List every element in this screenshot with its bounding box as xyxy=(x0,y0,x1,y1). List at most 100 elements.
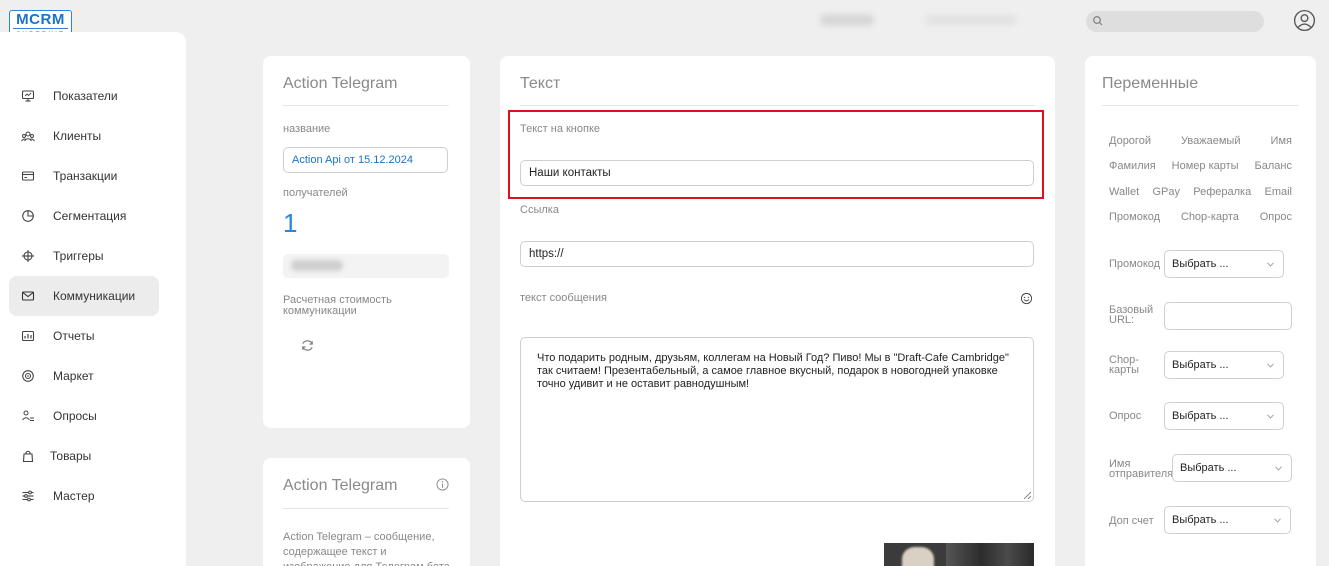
emoji-icon[interactable] xyxy=(1020,292,1033,305)
blurred-select xyxy=(283,254,449,278)
sidebar-item-surveys[interactable]: Опросы xyxy=(9,396,159,436)
sliders-icon xyxy=(22,490,34,502)
chevron-down-icon xyxy=(1267,363,1274,368)
chop-card-label: Chop-карты xyxy=(1109,354,1139,376)
recipients-label: получателей xyxy=(283,187,348,199)
variables-row: Дорогой Уважаемый Имя xyxy=(1109,135,1292,147)
survey-label: Опрос xyxy=(1109,410,1142,422)
refresh-icon[interactable] xyxy=(300,338,315,353)
divider xyxy=(283,105,449,106)
action-settings-card: Action Telegram название Action Api от 1… xyxy=(263,56,470,428)
variable-chip[interactable]: Дорогой xyxy=(1109,135,1151,147)
chevron-down-icon xyxy=(1267,262,1274,267)
name-label: название xyxy=(283,123,331,135)
survey-icon xyxy=(22,410,34,421)
button-text-input[interactable]: Наши контакты xyxy=(520,160,1034,186)
sidebar-item-reports[interactable]: Отчеты xyxy=(9,316,159,356)
extra-account-select[interactable]: Выбрать ... xyxy=(1164,506,1291,534)
user-account-icon[interactable] xyxy=(1293,9,1316,32)
sidebar-item-label: Опросы xyxy=(53,409,97,423)
sidebar-item-products[interactable]: Товары xyxy=(9,436,159,476)
sidebar-item-segmentation[interactable]: Сегментация xyxy=(9,196,159,236)
variables-row: Фамилия Номер карты Баланс xyxy=(1109,160,1292,172)
card-title: Action Telegram xyxy=(283,75,398,92)
sidebar-item-dashboard[interactable]: Показатели xyxy=(9,76,159,116)
survey-select[interactable]: Выбрать ... xyxy=(1164,402,1284,430)
search-icon xyxy=(1093,16,1103,26)
variable-chip[interactable]: Wallet xyxy=(1109,186,1139,198)
variable-chip[interactable]: GPay xyxy=(1152,186,1180,198)
message-textarea[interactable]: Что подарить родным, друзьям, коллегам н… xyxy=(520,337,1034,502)
variable-chip[interactable]: Имя xyxy=(1271,135,1292,147)
message-image-thumbnail[interactable] xyxy=(884,543,1034,566)
mail-icon xyxy=(21,291,35,301)
variable-chip[interactable]: Баланс xyxy=(1255,160,1292,172)
card-title: Action Telegram xyxy=(283,477,398,494)
sender-name-label: Имя отправителя xyxy=(1109,458,1174,480)
card-title: Текст xyxy=(520,75,561,92)
sidebar-item-master[interactable]: Мастер xyxy=(9,476,159,516)
variable-chip[interactable]: Уважаемый xyxy=(1181,135,1240,147)
variable-chip[interactable]: Промокод xyxy=(1109,211,1160,223)
sidebar-item-triggers[interactable]: Триггеры xyxy=(9,236,159,276)
recipients-count: 1 xyxy=(283,208,298,238)
promo-select[interactable]: Выбрать ... xyxy=(1164,250,1284,278)
base-url-input[interactable] xyxy=(1164,302,1292,330)
sidebar-item-label: Триггеры xyxy=(53,249,104,263)
info-icon[interactable] xyxy=(436,478,449,491)
image-content xyxy=(902,547,934,566)
sender-name-select[interactable]: Выбрать ... xyxy=(1172,454,1292,482)
description-text: Action Telegram – сообщение, содержащее … xyxy=(283,531,450,566)
chevron-down-icon xyxy=(1275,466,1282,471)
variables-card: Переменные Дорогой Уважаемый Имя Фамилия… xyxy=(1085,56,1316,566)
chop-card-select[interactable]: Выбрать ... xyxy=(1164,351,1284,379)
search-input[interactable] xyxy=(1086,11,1264,32)
variable-chip[interactable]: Рефералка xyxy=(1193,186,1251,198)
image-content xyxy=(946,543,1034,566)
cost-label: Расчетная стоимость коммуникации xyxy=(283,294,392,317)
select-value: Выбрать ... xyxy=(1172,359,1229,371)
link-label: Ссылка xyxy=(520,204,559,216)
chevron-down-icon xyxy=(1274,518,1281,523)
market-icon xyxy=(22,370,34,382)
sidebar-item-label: Коммуникации xyxy=(53,289,136,303)
pie-icon xyxy=(22,210,34,222)
sidebar-item-market[interactable]: Маркет xyxy=(9,356,159,396)
divider xyxy=(1102,105,1299,106)
resize-handle-icon[interactable] xyxy=(1023,491,1031,499)
bag-icon xyxy=(22,450,34,463)
variable-chip[interactable]: Номер карты xyxy=(1172,160,1239,172)
link-input[interactable]: https:// xyxy=(520,241,1034,267)
sidebar-item-label: Клиенты xyxy=(53,129,102,143)
select-value: Выбрать ... xyxy=(1172,514,1229,526)
variables-row: Промокод Chop-карта Опрос xyxy=(1109,211,1292,223)
action-info-card: Action Telegram Action Telegram – сообще… xyxy=(263,458,470,566)
variable-chip[interactable]: Опрос xyxy=(1260,211,1292,223)
divider xyxy=(520,105,1035,106)
users-icon xyxy=(21,131,35,142)
card-icon xyxy=(21,171,35,181)
message-label: текст сообщения xyxy=(520,292,607,304)
target-icon xyxy=(22,250,34,262)
message-text: Что подарить родным, друзьям, коллегам н… xyxy=(537,352,1009,390)
variable-chip[interactable]: Chop-карта xyxy=(1181,211,1239,223)
name-input[interactable]: Action Api от 15.12.2024 xyxy=(283,147,448,173)
variables-row: Wallet GPay Рефералка Email xyxy=(1109,186,1292,198)
monitor-icon xyxy=(21,90,35,102)
sidebar-item-clients[interactable]: Клиенты xyxy=(9,116,159,156)
variable-chip[interactable]: Фамилия xyxy=(1109,160,1156,172)
variable-chip[interactable]: Email xyxy=(1264,186,1292,198)
select-value: Выбрать ... xyxy=(1172,258,1229,270)
report-icon xyxy=(21,330,35,342)
sidebar-item-transactions[interactable]: Транзакции xyxy=(9,156,159,196)
blurred-top-link xyxy=(820,14,874,26)
text-card: Текст Текст на кнопке Наши контакты Ссыл… xyxy=(500,56,1055,566)
sidebar-item-communications[interactable]: Коммуникации xyxy=(9,276,159,316)
select-value: Выбрать ... xyxy=(1172,410,1229,422)
divider xyxy=(283,508,449,509)
blurred-top-link xyxy=(925,15,1017,25)
promo-label: Промокод xyxy=(1109,258,1161,270)
sidebar-item-label: Маркет xyxy=(53,369,94,383)
sidebar: Показатели Клиенты Транзакции Сегментаци… xyxy=(0,32,186,566)
select-value: Выбрать ... xyxy=(1180,462,1237,474)
